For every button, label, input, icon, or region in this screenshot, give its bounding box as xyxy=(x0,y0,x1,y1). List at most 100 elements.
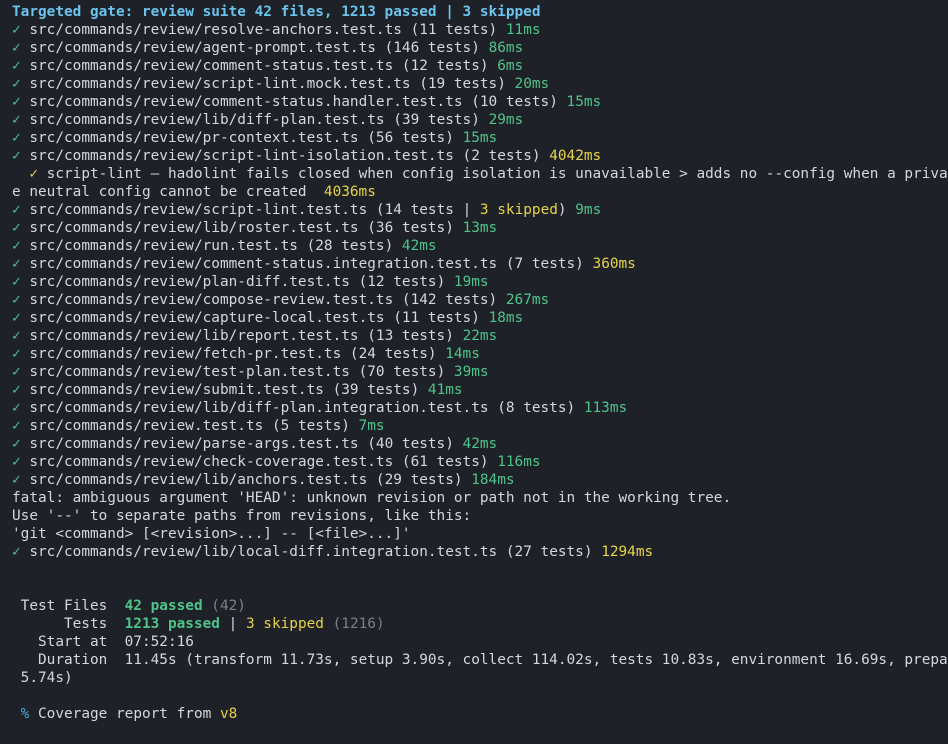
slow-test-line-2: e neutral config cannot be created 4036m… xyxy=(12,183,948,201)
result-tests: (12 tests) xyxy=(358,274,446,290)
result-time: 42ms xyxy=(462,436,498,452)
summary-test-files: Test Files 42 passed (42) xyxy=(12,597,948,615)
result-tests: (7 tests) xyxy=(505,256,584,272)
result-file: src/commands/review/comment-status.integ… xyxy=(29,256,498,272)
result-time: 360ms xyxy=(592,256,636,272)
result-file: src/commands/review/parse-args.test.ts xyxy=(29,436,359,452)
terminal-output: Targeted gate: review suite 42 files, 12… xyxy=(0,0,948,723)
result-tests: (27 tests) xyxy=(505,544,593,560)
result-time: 18ms xyxy=(488,310,524,326)
result-file: src/commands/review/submit.test.ts xyxy=(29,382,324,398)
check-icon: ✓ xyxy=(12,454,21,470)
check-icon: ✓ xyxy=(12,112,21,128)
result-file: src/commands/review/run.test.ts xyxy=(29,238,298,254)
results-group-a: ✓ src/commands/review/resolve-anchors.te… xyxy=(12,21,948,165)
result-time: 4042ms xyxy=(549,148,602,164)
result-row: ✓ src/commands/review/plan-diff.test.ts … xyxy=(12,273,948,291)
slow-test-time: 4036ms xyxy=(323,184,376,200)
result-file: src/commands/review/lib/diff-plan.integr… xyxy=(29,400,489,416)
result-time: 22ms xyxy=(462,328,498,344)
results-group-c: ✓ src/commands/review/lib/local-diff.int… xyxy=(12,543,948,561)
check-icon: ✓ xyxy=(12,472,21,488)
result-time: 6ms xyxy=(497,58,524,74)
git-error-line: Use '--' to separate paths from revision… xyxy=(12,508,472,524)
coverage-text: Coverage report from xyxy=(38,706,212,722)
paren-close: ) xyxy=(557,202,567,218)
gate-header: Targeted gate: review suite 42 files, 12… xyxy=(12,4,541,20)
result-row: ✓ src/commands/review/comment-status.han… xyxy=(12,93,948,111)
tests-total: (1216) xyxy=(332,616,385,632)
check-icon: ✓ xyxy=(12,148,21,164)
result-tests: (39 tests) xyxy=(393,112,480,128)
percent-icon: % xyxy=(20,706,30,722)
result-tests: (12 tests) xyxy=(401,58,489,74)
result-time: 15ms xyxy=(566,94,602,110)
check-icon: ✓ xyxy=(12,544,21,560)
slow-test-name: script-lint – hadolint fails closed when… xyxy=(46,166,948,182)
result-tests: (39 tests) xyxy=(332,382,420,398)
result-tests: (56 tests) xyxy=(367,130,454,146)
coverage-line: % Coverage report from v8 xyxy=(12,705,948,723)
result-row: ✓ src/commands/review/script-lint-isolat… xyxy=(12,147,948,165)
result-row: ✓ src/commands/review/check-coverage.tes… xyxy=(12,453,948,471)
check-icon: ✓ xyxy=(12,328,21,344)
result-row: ✓ src/commands/review/fetch-pr.test.ts (… xyxy=(12,345,948,363)
result-row: ✓ src/commands/review/lib/local-diff.int… xyxy=(12,543,948,561)
separator: | xyxy=(228,616,238,632)
result-file: src/commands/review/lib/diff-plan.test.t… xyxy=(29,112,385,128)
result-row: ✓ src/commands/review/resolve-anchors.te… xyxy=(12,21,948,39)
check-icon: ✓ xyxy=(12,436,21,452)
summary-label: Tests xyxy=(12,616,108,632)
result-tests: (2 tests) xyxy=(462,148,541,164)
result-tests: (61 tests) xyxy=(401,454,489,470)
result-file: src/commands/review/comment-status.test.… xyxy=(29,58,394,74)
result-time: 267ms xyxy=(505,292,550,308)
result-row: ✓ src/commands/review/pr-context.test.ts… xyxy=(12,129,948,147)
result-time: 42ms xyxy=(401,238,437,254)
result-time: 15ms xyxy=(462,130,498,146)
slow-test-line-1: ✓ script-lint – hadolint fails closed wh… xyxy=(12,165,948,183)
result-file: src/commands/review/script-lint.mock.tes… xyxy=(29,76,411,92)
result-row: ✓ src/commands/review.test.ts (5 tests) … xyxy=(12,417,948,435)
result-tests: (11 tests) xyxy=(410,22,498,38)
result-time: 1294ms xyxy=(601,544,654,560)
result-row: ✓ src/commands/review/parse-args.test.ts… xyxy=(12,435,948,453)
summary-tests: Tests 1213 passed | 3 skipped (1216) xyxy=(12,615,948,633)
result-file: src/commands/review.test.ts xyxy=(29,418,264,434)
result-tests: (70 tests) xyxy=(358,364,446,380)
result-tests: (29 tests) xyxy=(375,472,463,488)
result-file: src/commands/review/test-plan.test.ts xyxy=(29,364,350,380)
check-icon: ✓ xyxy=(12,400,21,416)
summary-label: Test Files xyxy=(12,598,108,614)
result-time: 116ms xyxy=(497,454,541,470)
result-file: src/commands/review/fetch-pr.test.ts xyxy=(29,346,342,362)
check-icon: ✓ xyxy=(12,220,21,236)
result-file: src/commands/review/comment-status.handl… xyxy=(29,94,463,110)
result-time: 113ms xyxy=(583,400,628,416)
check-icon: ✓ xyxy=(12,202,21,218)
result-file: src/commands/review/script-lint-isolatio… xyxy=(29,148,454,164)
result-row: ✓ src/commands/review/lib/report.test.ts… xyxy=(12,327,948,345)
result-file: src/commands/review/compose-review.test.… xyxy=(29,292,394,308)
result-tests: (10 tests) xyxy=(471,94,558,110)
result-row: ✓ src/commands/review/submit.test.ts (39… xyxy=(12,381,948,399)
result-row: ✓ src/commands/review/compose-review.tes… xyxy=(12,291,948,309)
result-time: 29ms xyxy=(488,112,524,128)
summary-label: Duration xyxy=(12,652,108,668)
result-row-skipped: ✓ src/commands/review/script-lint.test.t… xyxy=(12,201,948,219)
result-time: 9ms xyxy=(575,202,602,218)
slow-test-name-cont: e neutral config cannot be created xyxy=(12,184,307,200)
check-icon: ✓ xyxy=(29,166,38,182)
result-row: ✓ src/commands/review/run.test.ts (28 te… xyxy=(12,237,948,255)
result-row: ✓ src/commands/review/agent-prompt.test.… xyxy=(12,39,948,57)
result-time: 39ms xyxy=(453,364,489,380)
check-icon: ✓ xyxy=(12,58,21,74)
result-file: src/commands/review/script-lint.test.ts xyxy=(29,202,368,218)
result-row: ✓ src/commands/review/lib/anchors.test.t… xyxy=(12,471,948,489)
result-file: src/commands/review/lib/local-diff.integ… xyxy=(29,544,498,560)
files-total: (42) xyxy=(211,598,246,614)
check-icon: ✓ xyxy=(12,364,21,380)
summary-duration-cont: 5.74s) xyxy=(12,670,73,686)
separator: | xyxy=(462,202,472,218)
